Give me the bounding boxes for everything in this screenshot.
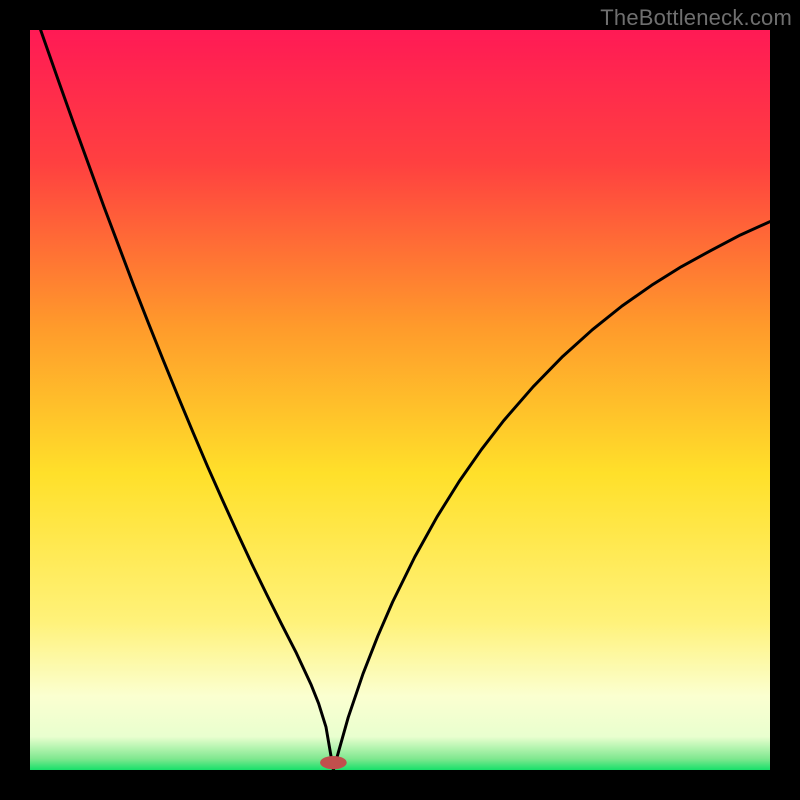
chart-svg — [30, 30, 770, 770]
plot-background — [30, 30, 770, 770]
min-marker — [320, 756, 347, 769]
watermark-text: TheBottleneck.com — [600, 5, 792, 31]
chart-stage: TheBottleneck.com — [0, 0, 800, 800]
